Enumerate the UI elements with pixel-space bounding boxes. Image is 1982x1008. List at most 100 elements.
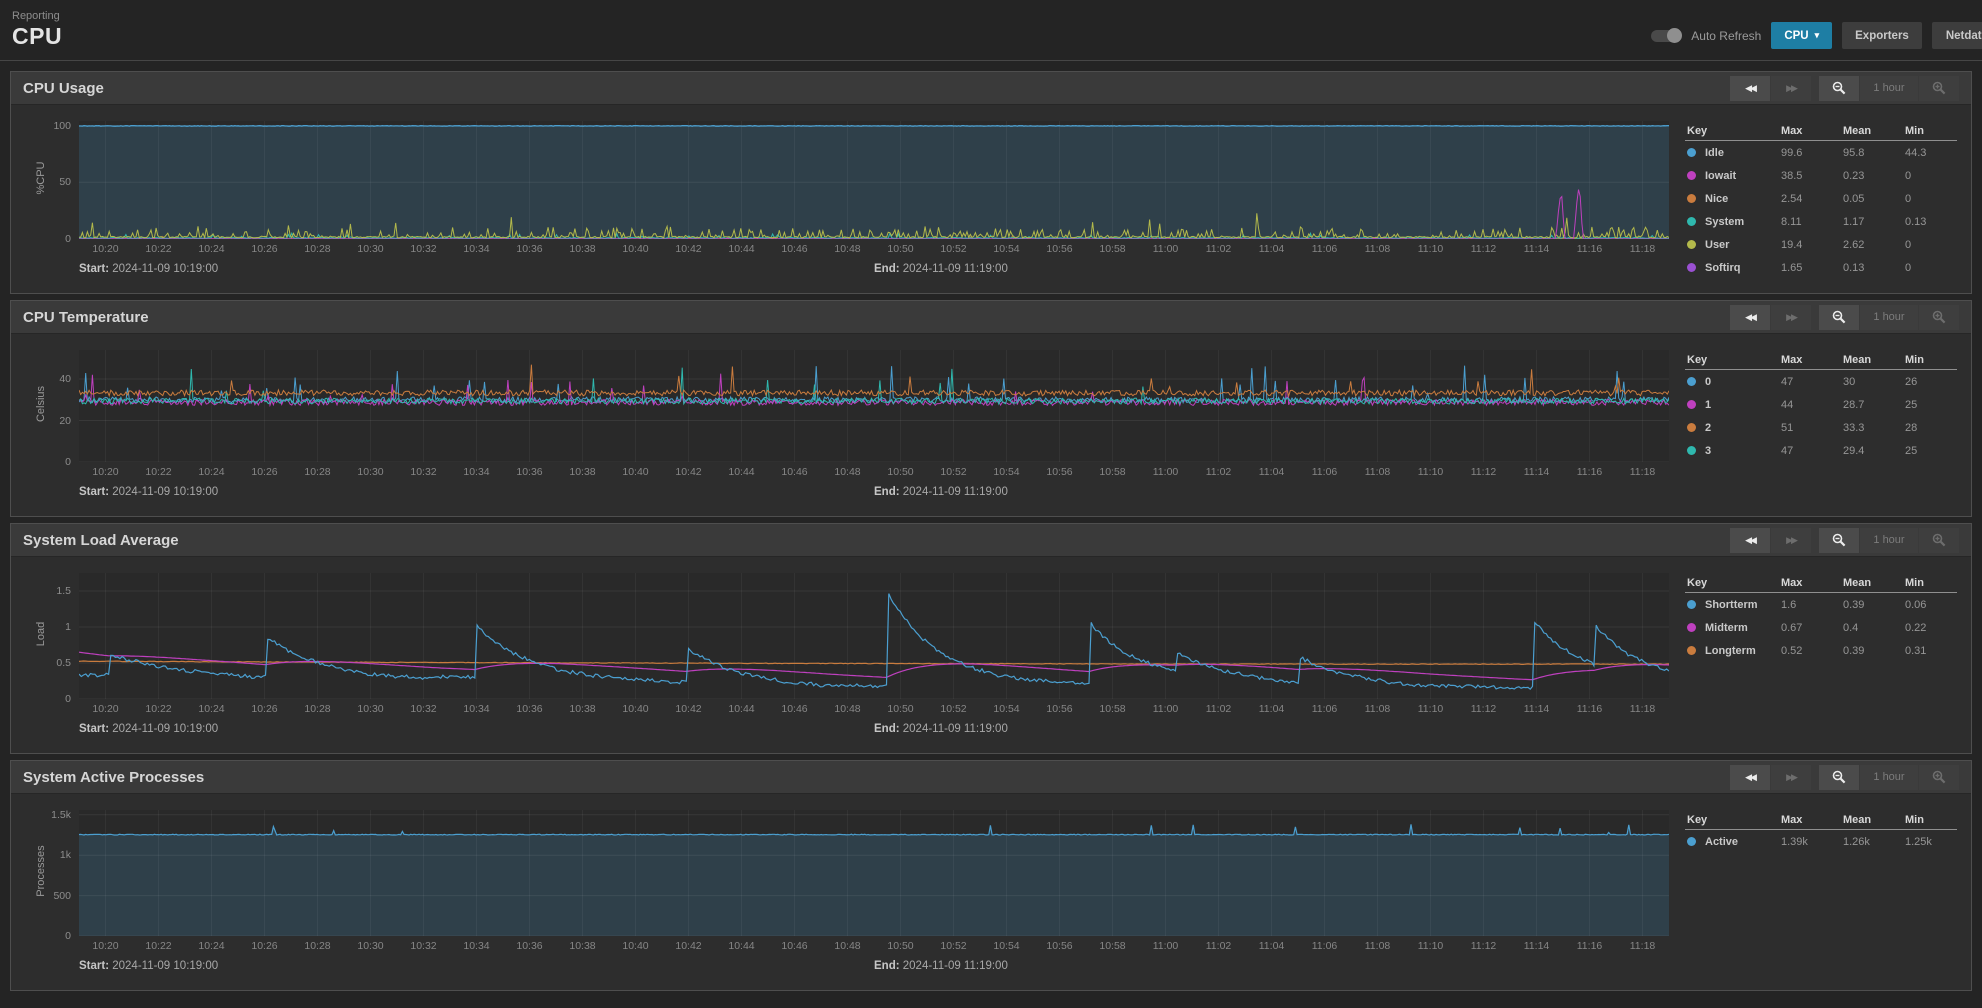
x-tick-label: 11:12 — [1470, 703, 1497, 715]
legend-row[interactable]: Softirq 1.65 0.13 0 — [1685, 256, 1957, 279]
zoom-button-group: 1 hour — [1819, 764, 1959, 790]
pan-forward-button[interactable]: ▶▶ — [1771, 75, 1811, 101]
x-tick-label: 10:46 — [781, 703, 808, 715]
series-color-dot — [1687, 377, 1696, 386]
x-tick-label: 10:42 — [675, 466, 702, 478]
pan-forward-button[interactable]: ▶▶ — [1771, 764, 1811, 790]
series-stat: 29.4 — [1843, 444, 1865, 457]
legend-row[interactable]: Nice 2.54 0.05 0 — [1685, 187, 1957, 210]
zoom-out-button[interactable] — [1819, 75, 1859, 101]
x-tick-label: 11:00 — [1152, 703, 1179, 715]
zoom-in-button[interactable] — [1919, 764, 1959, 790]
x-tick-label: 11:10 — [1417, 703, 1444, 715]
legend-row[interactable]: Longterm 0.52 0.39 0.31 — [1685, 639, 1957, 662]
series-stat: 0.06 — [1905, 598, 1927, 611]
rewind-icon: ◀◀ — [1745, 82, 1757, 93]
duration-label: 1 hour — [1860, 764, 1918, 790]
chart-plot[interactable] — [79, 350, 1669, 462]
auto-refresh-toggle[interactable] — [1651, 27, 1683, 43]
x-tick-label: 10:48 — [834, 940, 861, 952]
legend-column-key: Key — [1687, 576, 1708, 589]
scope-dropdown-button[interactable]: CPU ▾ — [1771, 22, 1833, 49]
x-tick-label: 10:34 — [463, 703, 490, 715]
netdata-button[interactable]: Netdata — [1931, 22, 1982, 49]
pan-back-button[interactable]: ◀◀ — [1730, 75, 1770, 101]
x-axis-ticks: 10:20 10:22 10:24 10:26 10:28 10:30 10:32 10:34… — [79, 703, 1669, 719]
x-tick-label: 10:50 — [887, 466, 914, 478]
legend-row[interactable]: Iowait 38.5 0.23 0 — [1685, 164, 1957, 187]
zoom-button-group: 1 hour — [1819, 527, 1959, 553]
exporters-button[interactable]: Exporters — [1842, 22, 1922, 49]
pan-back-button[interactable]: ◀◀ — [1730, 527, 1770, 553]
x-tick-label: 10:56 — [1046, 243, 1073, 255]
y-tick-label: 50 — [59, 176, 71, 189]
x-tick-label: 10:22 — [145, 703, 172, 715]
series-stat: 25 — [1905, 444, 1918, 457]
x-tick-label: 11:08 — [1364, 243, 1391, 255]
series-color-dot — [1687, 148, 1696, 157]
zoom-in-button[interactable] — [1919, 527, 1959, 553]
y-tick-label: 500 — [53, 889, 71, 902]
magnifier-minus-icon — [1832, 81, 1846, 95]
x-tick-label: 10:58 — [1099, 466, 1126, 478]
x-tick-label: 11:18 — [1629, 466, 1656, 478]
series-stat: 28.7 — [1843, 398, 1865, 411]
legend-column-min: Min — [1905, 124, 1924, 137]
legend-row[interactable]: 3 47 29.4 25 — [1685, 439, 1957, 462]
legend-row[interactable]: User 19.4 2.62 0 — [1685, 233, 1957, 256]
series-color-dot — [1687, 240, 1696, 249]
legend-row[interactable]: 0 47 30 26 — [1685, 370, 1957, 393]
x-axis-ticks: 10:20 10:22 10:24 10:26 10:28 10:30 10:32 10:34… — [79, 243, 1669, 259]
legend-row[interactable]: System 8.11 1.17 0.13 — [1685, 210, 1957, 233]
plot-area: Load 0 0.5 1 1.5 — [35, 573, 1669, 705]
legend-column-max: Max — [1781, 353, 1803, 366]
start-value: 2024-11-09 10:19:00 — [112, 263, 219, 275]
chart-plot[interactable] — [79, 810, 1669, 936]
start-value: 2024-11-09 10:19:00 — [112, 723, 219, 735]
legend-row[interactable]: Active 1.39k 1.26k 1.25k — [1685, 830, 1957, 853]
series-stat: 51 — [1781, 421, 1794, 434]
panel-header: System Load Average ◀◀ ▶▶ 1 hour — [11, 524, 1971, 557]
legend-column-min: Min — [1905, 576, 1924, 589]
x-tick-label: 11:08 — [1364, 703, 1391, 715]
series-stat: 99.6 — [1781, 146, 1803, 159]
legend-column-min: Min — [1905, 813, 1924, 826]
x-tick-label: 11:14 — [1523, 243, 1550, 255]
duration-label: 1 hour — [1860, 304, 1918, 330]
zoom-out-button[interactable] — [1819, 764, 1859, 790]
x-tick-label: 10:28 — [304, 466, 331, 478]
start-time: Start: 2024-11-09 10:19:00 — [79, 723, 218, 735]
chart-plot[interactable] — [79, 573, 1669, 699]
x-tick-label: 11:00 — [1152, 243, 1179, 255]
toggle-knob — [1667, 27, 1683, 43]
panel-controls: ◀◀ ▶▶ 1 hour — [1730, 764, 1959, 790]
pan-back-button[interactable]: ◀◀ — [1730, 304, 1770, 330]
x-tick-label: 10:36 — [516, 940, 543, 952]
series-stat: 0 — [1905, 238, 1912, 251]
legend-row[interactable]: Midterm 0.67 0.4 0.22 — [1685, 616, 1957, 639]
legend-row[interactable]: Idle 99.6 95.8 44.3 — [1685, 141, 1957, 164]
legend-row[interactable]: 2 51 33.3 28 — [1685, 416, 1957, 439]
zoom-in-button[interactable] — [1919, 304, 1959, 330]
pan-forward-button[interactable]: ▶▶ — [1771, 527, 1811, 553]
y-tick-label: 100 — [53, 119, 71, 132]
x-tick-label: 10:52 — [940, 466, 967, 478]
x-tick-label: 11:16 — [1576, 703, 1603, 715]
zoom-out-button[interactable] — [1819, 304, 1859, 330]
end-value: 2024-11-09 11:19:00 — [902, 723, 1008, 735]
series-name: Nice — [1705, 192, 1729, 205]
series-name: Shortterm — [1705, 598, 1758, 611]
x-tick-label: 10:54 — [993, 466, 1020, 478]
plot-wrap: %CPU 0 50 100 10:20 10:22 10:24 10:26 10:28 10:… — [35, 120, 1669, 283]
series-name: Longterm — [1705, 644, 1756, 657]
x-tick-label: 11:02 — [1205, 243, 1232, 255]
chart-plot[interactable] — [79, 121, 1669, 239]
legend-row[interactable]: Shortterm 1.6 0.39 0.06 — [1685, 593, 1957, 616]
pan-back-button[interactable]: ◀◀ — [1730, 764, 1770, 790]
pan-forward-button[interactable]: ▶▶ — [1771, 304, 1811, 330]
legend-row[interactable]: 1 44 28.7 25 — [1685, 393, 1957, 416]
panel-header: System Active Processes ◀◀ ▶▶ 1 hour — [11, 761, 1971, 794]
zoom-out-button[interactable] — [1819, 527, 1859, 553]
series-stat: 0.23 — [1843, 169, 1865, 182]
zoom-in-button[interactable] — [1919, 75, 1959, 101]
